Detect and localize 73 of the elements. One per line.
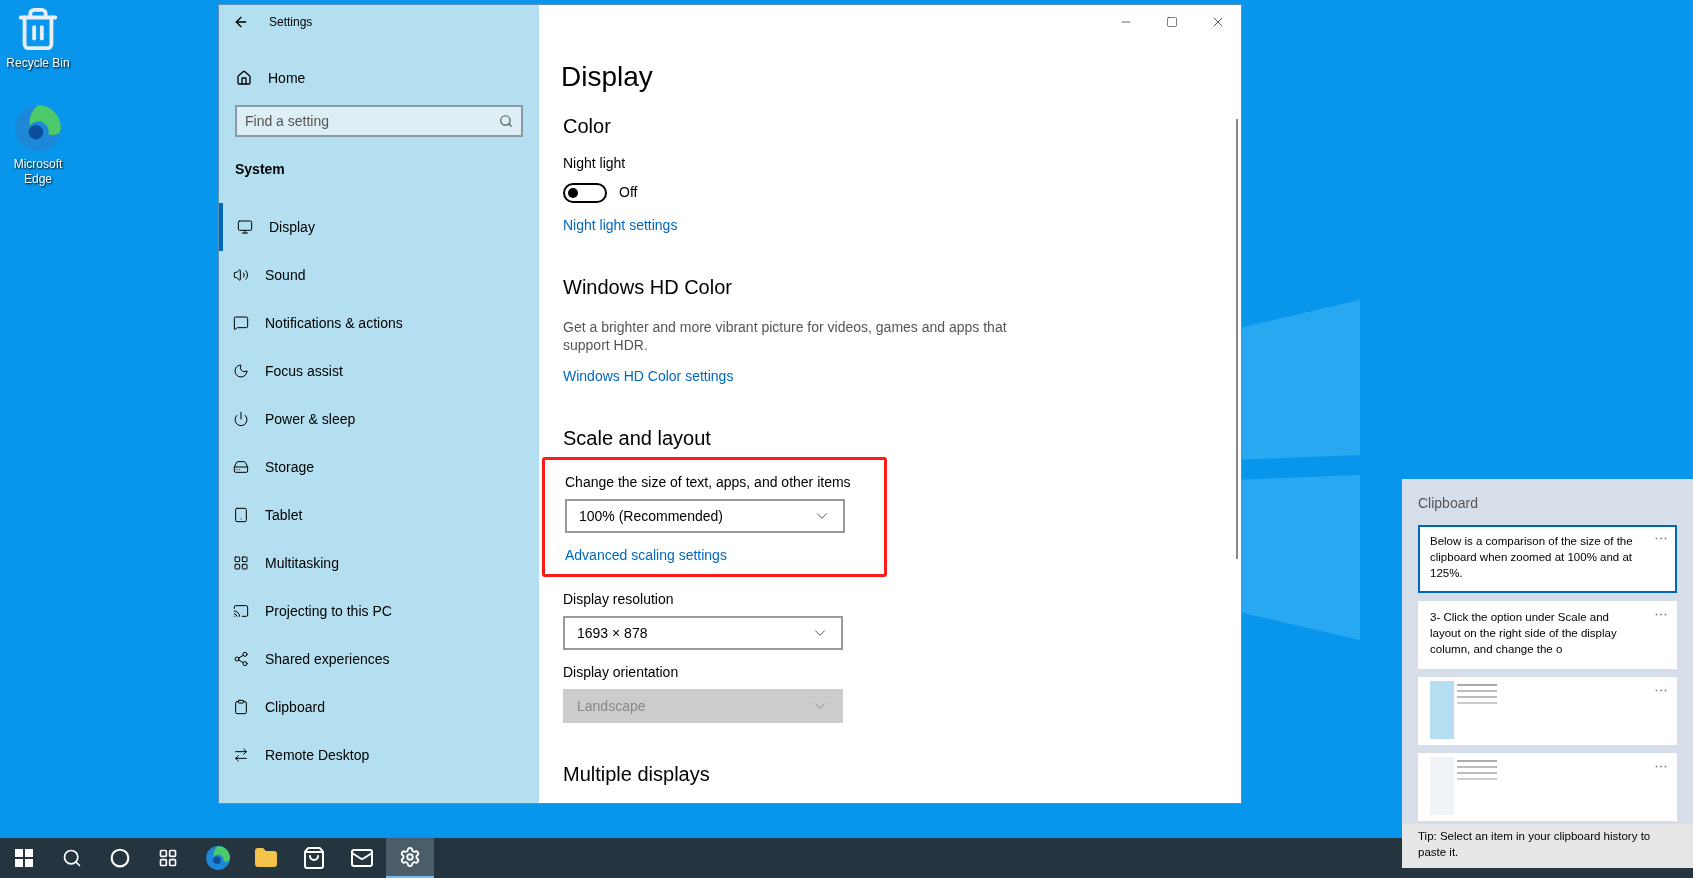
- page-title: Display: [561, 60, 654, 94]
- share-icon: [233, 651, 249, 667]
- nav-item[interactable]: Tablet: [219, 491, 539, 539]
- grid-icon: [233, 555, 249, 571]
- tablet-icon: [233, 507, 249, 523]
- store-bag-icon: [302, 846, 326, 870]
- clipboard-item[interactable]: [1418, 677, 1677, 745]
- back-icon[interactable]: [233, 14, 249, 30]
- setting-label: Display resolution: [563, 590, 675, 609]
- message-icon: [233, 315, 249, 331]
- section-heading: Windows HD Color: [563, 275, 733, 300]
- settings-icon: [399, 846, 421, 868]
- more-options-icon[interactable]: [1655, 689, 1667, 692]
- nav-item[interactable]: Projecting to this PC: [219, 587, 539, 635]
- panel-title: Clipboard: [1417, 494, 1479, 513]
- circle-icon: [110, 848, 130, 868]
- nav-item[interactable]: Display: [219, 203, 539, 251]
- section-heading: System: [234, 160, 286, 179]
- section-heading: Scale and layout: [563, 426, 712, 451]
- clipboard-item[interactable]: Below is a comparison of the size of the clipboard when zoomed at 100% and at 125%.: [1418, 525, 1677, 593]
- nav-item[interactable]: Power & sleep: [219, 395, 539, 443]
- taskbar-button[interactable]: [386, 838, 434, 878]
- power-icon: [233, 411, 249, 427]
- nav-item[interactable]: Clipboard: [219, 683, 539, 731]
- home-icon: [236, 70, 252, 86]
- settings-link[interactable]: Windows HD Color settings: [563, 366, 734, 387]
- clipboard-icon: [233, 699, 249, 715]
- tip-text: Tip: Select an item in your clipboard history to paste it.: [1402, 824, 1693, 868]
- more-options-icon[interactable]: [1655, 537, 1667, 540]
- description-text: Get a brighter and more vibrant picture for videos, games and apps that support HDR.: [563, 318, 1008, 354]
- nav-item[interactable]: Notifications & actions: [219, 299, 539, 347]
- setting-label: Night light: [563, 154, 627, 173]
- toggle-state: Off: [619, 183, 638, 202]
- monitor-icon: [237, 219, 253, 235]
- more-options-icon[interactable]: [1655, 765, 1667, 768]
- screenshot-thumbnail: [1430, 681, 1500, 739]
- setting-label: Change the size of text, apps, and other items: [565, 473, 852, 492]
- setting-label: Display orientation: [563, 663, 680, 682]
- settings-link[interactable]: Night light settings: [563, 215, 678, 236]
- toggle-switch[interactable]: [563, 182, 607, 203]
- nav-item[interactable]: Sound: [219, 251, 539, 299]
- scrollbar[interactable]: [1236, 119, 1238, 559]
- window-title: Settings: [269, 14, 313, 31]
- moon-icon: [233, 363, 249, 379]
- screenshot-thumbnail: [1430, 757, 1500, 815]
- search-icon: [62, 848, 82, 868]
- envelope-icon: [350, 846, 374, 870]
- cast-icon: [233, 603, 249, 619]
- drive-icon: [233, 459, 249, 475]
- search-field[interactable]: Find a setting: [235, 105, 523, 137]
- maximize-icon: [1166, 16, 1178, 28]
- settings-link[interactable]: Advanced scaling settings: [565, 545, 727, 566]
- section-heading: Color: [563, 114, 612, 139]
- dropdown[interactable]: 100% (Recommended): [565, 499, 845, 533]
- section-heading: Multiple displays: [563, 762, 711, 787]
- edge-icon: [205, 845, 231, 871]
- nav-item[interactable]: Shared experiences: [219, 635, 539, 683]
- windows-icon: [15, 849, 33, 867]
- dropdown[interactable]: 1693 × 878: [563, 616, 843, 650]
- clipboard-item[interactable]: [1418, 753, 1677, 821]
- nav-item[interactable]: Remote Desktop: [219, 731, 539, 779]
- nav-item[interactable]: Storage: [219, 443, 539, 491]
- folder-icon: [254, 846, 278, 870]
- nav-item[interactable]: Focus assist: [219, 347, 539, 395]
- nav-item[interactable]: Multitasking: [219, 539, 539, 587]
- home-link[interactable]: Home: [268, 67, 306, 89]
- task-view-icon: [158, 848, 178, 868]
- clipboard-item[interactable]: 3- Click the option under Scale and layout on the right side of the display column, and change the o: [1418, 601, 1677, 669]
- speaker-icon: [233, 267, 249, 283]
- more-options-icon[interactable]: [1655, 613, 1667, 616]
- edge-icon: [13, 103, 63, 153]
- search-icon: [499, 114, 513, 128]
- arrows-icon: [233, 747, 249, 763]
